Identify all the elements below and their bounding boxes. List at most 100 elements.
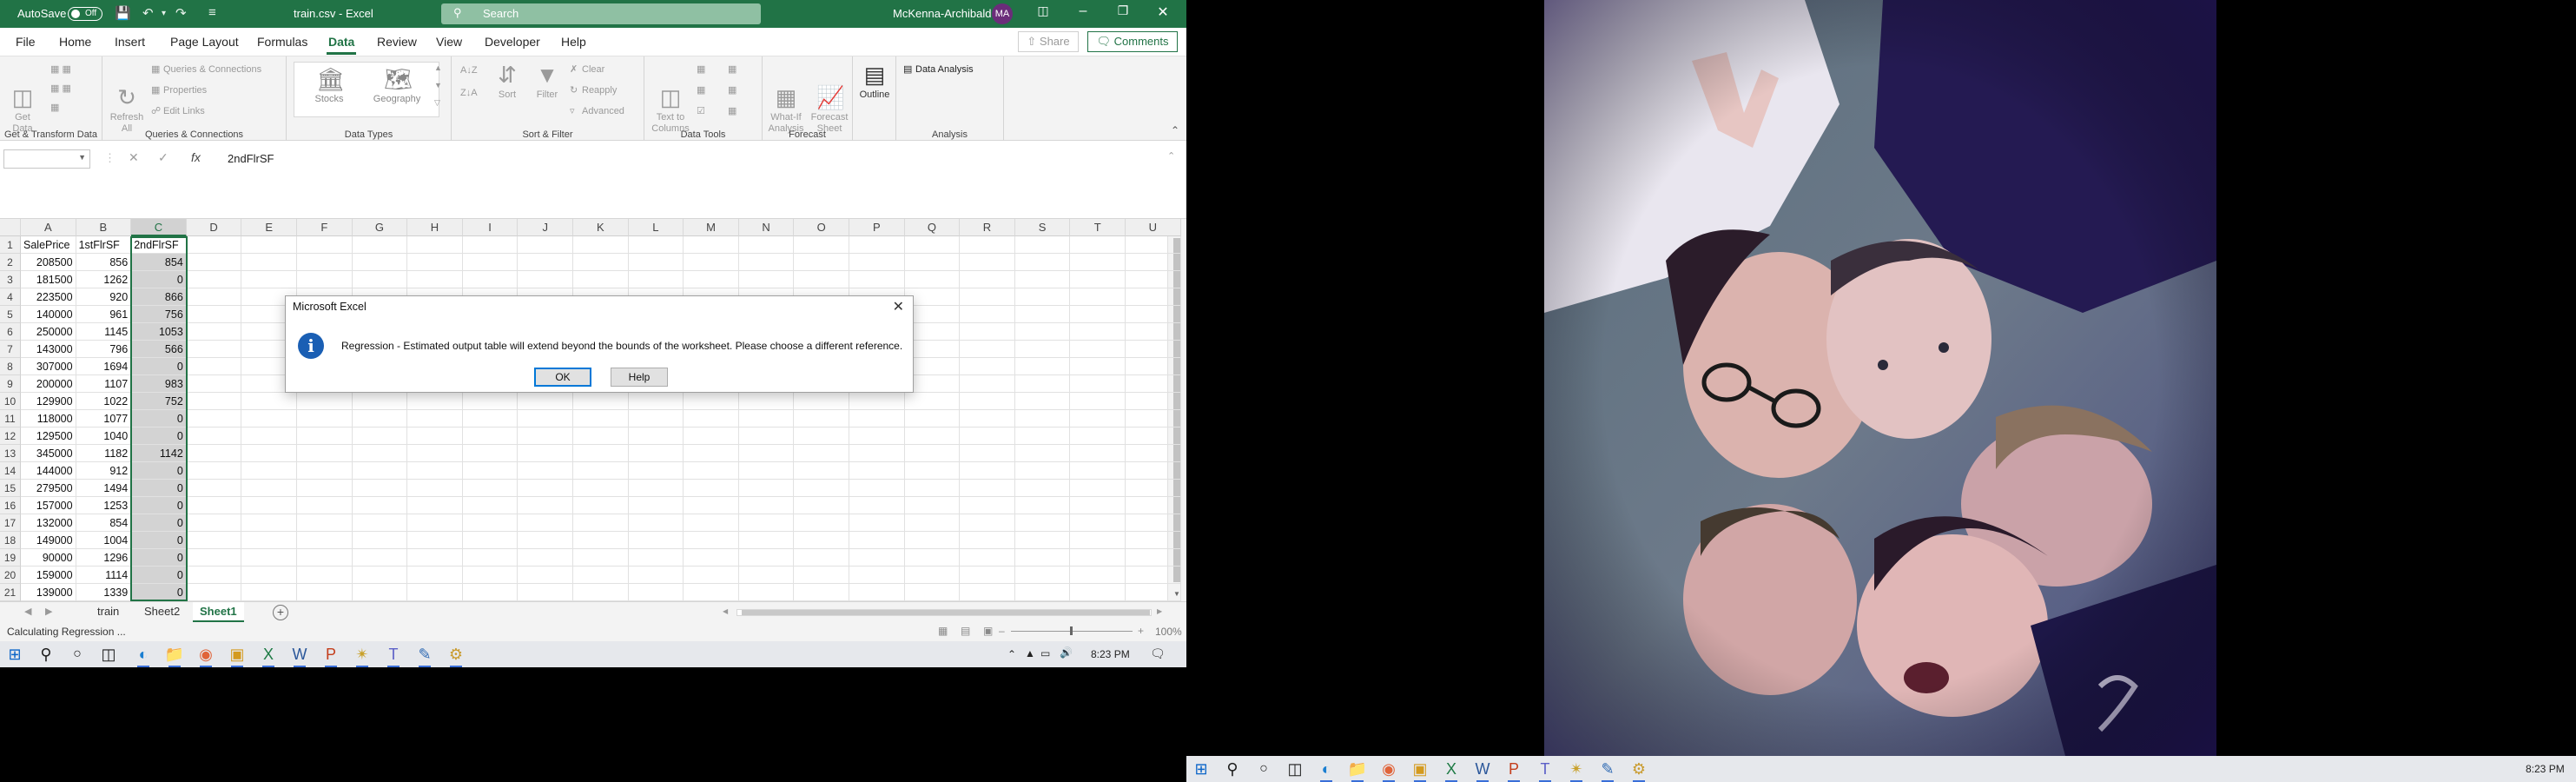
zoom-out-icon[interactable]: – bbox=[999, 625, 1005, 637]
data-cell[interactable]: 1694 bbox=[76, 358, 132, 375]
gallery-down-icon[interactable]: ▼ bbox=[434, 81, 442, 89]
page-layout-view-icon[interactable]: ▤ bbox=[961, 625, 970, 637]
data-analysis-button[interactable]: ▤ Data Analysis bbox=[903, 63, 974, 75]
consolidate-icon[interactable]: ▦ bbox=[728, 63, 736, 75]
cell[interactable] bbox=[241, 410, 297, 427]
firefox-icon[interactable]: ◉ bbox=[1376, 756, 1402, 782]
data-cell[interactable]: 0 bbox=[131, 514, 187, 532]
cell[interactable] bbox=[352, 497, 408, 514]
cell[interactable] bbox=[186, 358, 242, 375]
settings-app-icon[interactable]: ⚙ bbox=[443, 641, 469, 667]
cell[interactable] bbox=[297, 462, 353, 480]
data-cell[interactable]: 1262 bbox=[76, 271, 132, 288]
cell[interactable] bbox=[794, 410, 849, 427]
data-cell[interactable]: 345000 bbox=[21, 445, 76, 462]
restore-icon[interactable]: ❐ bbox=[1110, 3, 1136, 24]
excel-icon[interactable]: X bbox=[255, 641, 281, 667]
cell[interactable] bbox=[849, 445, 905, 462]
cell[interactable] bbox=[573, 584, 629, 601]
tray-chevron-icon[interactable]: ⌃ bbox=[1007, 648, 1016, 660]
queries-connections-button[interactable]: ▦ Queries & Connections bbox=[151, 63, 261, 75]
sort-za-icon[interactable]: Z↓A bbox=[460, 88, 478, 98]
row-header[interactable]: 11 bbox=[0, 410, 21, 427]
data-cell[interactable]: 0 bbox=[131, 549, 187, 567]
row-header[interactable]: 4 bbox=[0, 288, 21, 306]
cell[interactable] bbox=[1014, 341, 1071, 358]
cell[interactable] bbox=[462, 427, 519, 445]
cell[interactable] bbox=[1126, 306, 1181, 323]
cell[interactable] bbox=[297, 445, 353, 462]
cell[interactable] bbox=[518, 236, 573, 254]
row-header[interactable]: 18 bbox=[0, 532, 21, 549]
teams-icon[interactable]: T bbox=[380, 641, 406, 667]
data-cell[interactable]: 279500 bbox=[21, 480, 76, 497]
redo-icon[interactable]: ↷ bbox=[175, 5, 187, 21]
cell[interactable] bbox=[849, 567, 905, 584]
cell[interactable] bbox=[738, 514, 795, 532]
undo-icon[interactable]: ↶ bbox=[142, 5, 154, 21]
cell[interactable] bbox=[904, 549, 961, 567]
cell[interactable] bbox=[462, 271, 519, 288]
cell[interactable] bbox=[407, 480, 463, 497]
cell[interactable] bbox=[1014, 514, 1071, 532]
tab-file[interactable]: File bbox=[16, 35, 36, 49]
cell[interactable] bbox=[407, 497, 463, 514]
cell[interactable] bbox=[1070, 358, 1126, 375]
word-icon[interactable]: W bbox=[287, 641, 313, 667]
dialog-close-icon[interactable]: ✕ bbox=[893, 298, 904, 315]
cell[interactable] bbox=[1126, 462, 1181, 480]
cell[interactable] bbox=[1126, 288, 1181, 306]
cell[interactable] bbox=[462, 584, 519, 601]
row-header[interactable]: 21 bbox=[0, 584, 21, 601]
search-icon[interactable]: ⚲ bbox=[33, 641, 59, 667]
cell[interactable] bbox=[794, 427, 849, 445]
cell[interactable] bbox=[407, 445, 463, 462]
cell[interactable] bbox=[1126, 358, 1181, 375]
data-cell[interactable]: 854 bbox=[76, 514, 132, 532]
cell[interactable] bbox=[407, 271, 463, 288]
cell[interactable] bbox=[462, 254, 519, 271]
cell[interactable] bbox=[960, 427, 1015, 445]
data-cell[interactable]: 1145 bbox=[76, 323, 132, 341]
column-header[interactable]: E bbox=[241, 219, 297, 236]
edit-links-button[interactable]: ☍ Edit Links bbox=[151, 105, 205, 116]
cell[interactable] bbox=[849, 549, 905, 567]
data-cell[interactable]: 181500 bbox=[21, 271, 76, 288]
row-header[interactable]: 6 bbox=[0, 323, 21, 341]
cell[interactable] bbox=[794, 514, 849, 532]
cell[interactable] bbox=[241, 236, 297, 254]
cell[interactable] bbox=[573, 549, 629, 567]
cell[interactable] bbox=[352, 427, 408, 445]
from-table-icon[interactable]: ▦ ▦ bbox=[50, 83, 71, 94]
data-cell[interactable]: 0 bbox=[131, 271, 187, 288]
cell[interactable] bbox=[241, 549, 297, 567]
cell[interactable] bbox=[684, 549, 739, 567]
cell[interactable] bbox=[794, 584, 849, 601]
cell[interactable] bbox=[241, 497, 297, 514]
cell[interactable] bbox=[628, 410, 684, 427]
cell[interactable] bbox=[794, 549, 849, 567]
powerpoint-icon[interactable]: P bbox=[1501, 756, 1527, 782]
column-header[interactable]: K bbox=[573, 219, 629, 236]
cell[interactable] bbox=[684, 584, 739, 601]
cell[interactable] bbox=[1126, 341, 1181, 358]
data-cell[interactable]: 0 bbox=[131, 410, 187, 427]
data-model-icon[interactable]: ▦ bbox=[728, 105, 736, 116]
cell[interactable] bbox=[684, 532, 739, 549]
cell[interactable] bbox=[1126, 271, 1181, 288]
cell[interactable] bbox=[960, 445, 1015, 462]
cell[interactable] bbox=[960, 271, 1015, 288]
cell[interactable] bbox=[1014, 236, 1071, 254]
column-header[interactable]: T bbox=[1070, 219, 1126, 236]
app-icon[interactable]: ✴ bbox=[349, 641, 375, 667]
cell[interactable] bbox=[794, 480, 849, 497]
cell[interactable] bbox=[738, 567, 795, 584]
cell[interactable] bbox=[241, 584, 297, 601]
cell[interactable] bbox=[684, 393, 739, 410]
cell[interactable] bbox=[573, 254, 629, 271]
data-cell[interactable]: 1142 bbox=[131, 445, 187, 462]
cell[interactable] bbox=[241, 254, 297, 271]
cell[interactable] bbox=[352, 445, 408, 462]
cell[interactable] bbox=[186, 306, 242, 323]
data-cell[interactable]: 149000 bbox=[21, 532, 76, 549]
